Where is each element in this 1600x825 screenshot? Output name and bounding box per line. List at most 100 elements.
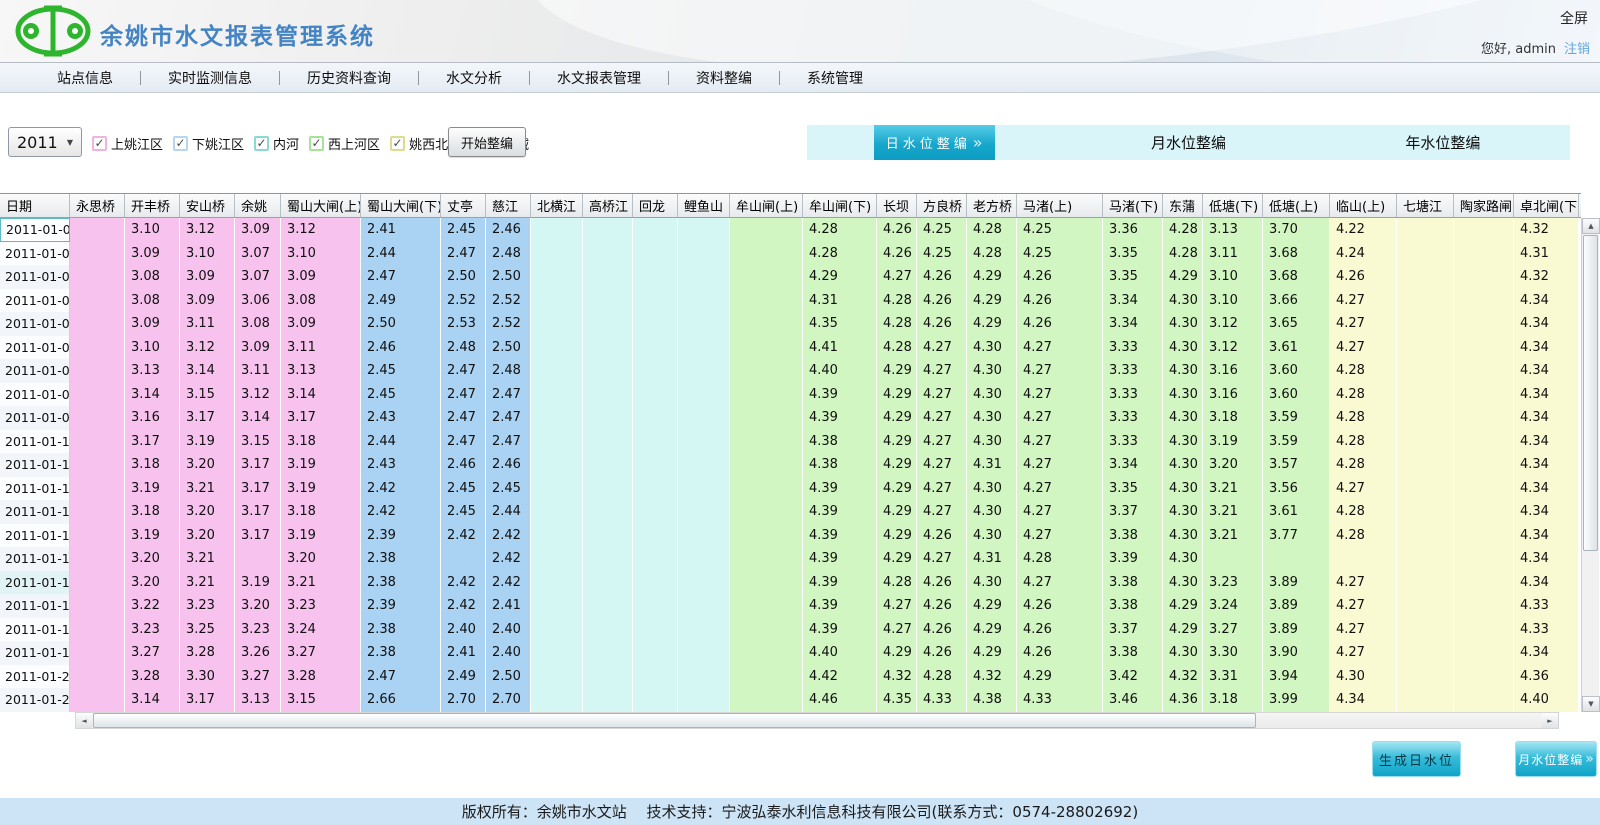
- table-cell[interactable]: 2.40: [441, 618, 486, 642]
- table-cell[interactable]: 4.34: [1514, 453, 1579, 477]
- date-cell[interactable]: 2011-01-21: [0, 688, 70, 712]
- table-cell[interactable]: 4.29: [967, 618, 1017, 642]
- scroll-up-arrow-icon[interactable]: ▲: [1582, 218, 1600, 234]
- table-cell[interactable]: 4.26: [917, 289, 967, 313]
- table-cell[interactable]: 3.21: [1203, 477, 1263, 501]
- table-cell[interactable]: 4.27: [1330, 618, 1397, 642]
- table-cell[interactable]: 3.22: [125, 594, 180, 618]
- table-cell[interactable]: 4.30: [967, 524, 1017, 548]
- table-cell[interactable]: 4.34: [1514, 289, 1579, 313]
- table-cell[interactable]: [531, 359, 583, 383]
- table-cell[interactable]: 4.30: [967, 500, 1017, 524]
- table-cell[interactable]: [678, 312, 730, 336]
- table-cell[interactable]: 4.30: [967, 571, 1017, 595]
- table-cell[interactable]: 3.15: [281, 688, 361, 712]
- table-cell[interactable]: 3.30: [180, 665, 235, 689]
- table-cell[interactable]: [1397, 477, 1454, 501]
- table-cell[interactable]: [1454, 383, 1514, 407]
- table-cell[interactable]: [583, 571, 633, 595]
- table-cell[interactable]: [678, 383, 730, 407]
- table-cell[interactable]: 4.34: [1514, 312, 1579, 336]
- table-cell[interactable]: 4.33: [1514, 618, 1579, 642]
- table-cell[interactable]: 2.52: [486, 289, 531, 313]
- date-cell[interactable]: 2011-01-06: [0, 336, 70, 360]
- table-cell[interactable]: [1454, 265, 1514, 289]
- table-cell[interactable]: [678, 524, 730, 548]
- table-cell[interactable]: 2.48: [486, 359, 531, 383]
- table-cell[interactable]: 3.56: [1263, 477, 1330, 501]
- table-cell[interactable]: [678, 641, 730, 665]
- table-cell[interactable]: 3.07: [235, 242, 281, 266]
- table-cell[interactable]: [678, 242, 730, 266]
- table-cell[interactable]: 4.27: [917, 359, 967, 383]
- table-cell[interactable]: 4.29: [1163, 265, 1203, 289]
- table-cell[interactable]: [70, 430, 125, 454]
- table-cell[interactable]: 3.34: [1103, 453, 1163, 477]
- table-cell[interactable]: 4.26: [917, 571, 967, 595]
- table-cell[interactable]: 3.12: [1203, 336, 1263, 360]
- table-cell[interactable]: 3.21: [180, 547, 235, 571]
- table-cell[interactable]: [678, 430, 730, 454]
- table-cell[interactable]: 4.28: [1163, 218, 1203, 242]
- table-cell[interactable]: 4.29: [877, 477, 917, 501]
- table-cell[interactable]: 3.13: [235, 688, 281, 712]
- table-cell[interactable]: 2.41: [441, 641, 486, 665]
- table-cell[interactable]: 4.26: [877, 242, 917, 266]
- table-cell[interactable]: 3.21: [1203, 524, 1263, 548]
- table-cell[interactable]: 2.39: [361, 524, 441, 548]
- table-cell[interactable]: 2.42: [441, 594, 486, 618]
- monthly-compile-button[interactable]: 月水位整编»: [1515, 741, 1597, 777]
- table-cell[interactable]: 4.27: [1330, 312, 1397, 336]
- table-cell[interactable]: 4.29: [877, 500, 917, 524]
- table-cell[interactable]: 4.32: [967, 665, 1017, 689]
- table-cell[interactable]: [583, 500, 633, 524]
- table-cell[interactable]: 4.30: [1163, 289, 1203, 313]
- table-cell[interactable]: [1397, 571, 1454, 595]
- table-cell[interactable]: 3.08: [125, 289, 180, 313]
- table-cell[interactable]: [531, 547, 583, 571]
- table-cell[interactable]: 3.68: [1263, 265, 1330, 289]
- table-cell[interactable]: 4.39: [803, 594, 877, 618]
- table-cell[interactable]: [730, 406, 803, 430]
- table-cell[interactable]: 4.39: [803, 618, 877, 642]
- table-cell[interactable]: [1397, 383, 1454, 407]
- table-cell[interactable]: 3.11: [281, 336, 361, 360]
- table-cell[interactable]: 4.27: [917, 383, 967, 407]
- table-cell[interactable]: 3.59: [1263, 430, 1330, 454]
- table-cell[interactable]: [70, 289, 125, 313]
- table-cell[interactable]: [70, 524, 125, 548]
- table-cell[interactable]: 4.27: [877, 594, 917, 618]
- table-cell[interactable]: 4.32: [877, 665, 917, 689]
- table-cell[interactable]: 2.47: [441, 359, 486, 383]
- table-cell[interactable]: 3.16: [1203, 383, 1263, 407]
- table-cell[interactable]: [633, 688, 678, 712]
- table-cell[interactable]: 4.28: [1017, 547, 1103, 571]
- table-cell[interactable]: 2.39: [361, 594, 441, 618]
- table-cell[interactable]: 4.27: [1017, 500, 1103, 524]
- table-cell[interactable]: 2.47: [441, 406, 486, 430]
- date-cell[interactable]: 2011-01-15: [0, 547, 70, 571]
- table-cell[interactable]: 2.66: [361, 688, 441, 712]
- table-cell[interactable]: [678, 477, 730, 501]
- table-cell[interactable]: [678, 665, 730, 689]
- table-cell[interactable]: [633, 406, 678, 430]
- table-cell[interactable]: 3.19: [180, 430, 235, 454]
- table-cell[interactable]: 4.29: [967, 594, 1017, 618]
- date-cell[interactable]: 2011-01-11: [0, 453, 70, 477]
- table-cell[interactable]: 4.30: [1163, 524, 1203, 548]
- table-cell[interactable]: 4.30: [1163, 406, 1203, 430]
- table-cell[interactable]: 2.42: [486, 571, 531, 595]
- table-cell[interactable]: 3.35: [1103, 242, 1163, 266]
- table-cell[interactable]: [678, 265, 730, 289]
- table-cell[interactable]: 3.15: [235, 430, 281, 454]
- table-cell[interactable]: 3.23: [180, 594, 235, 618]
- table-cell[interactable]: 4.39: [803, 524, 877, 548]
- table-cell[interactable]: 4.27: [1017, 383, 1103, 407]
- table-cell[interactable]: [633, 336, 678, 360]
- table-cell[interactable]: 2.38: [361, 641, 441, 665]
- table-cell[interactable]: 4.28: [1163, 242, 1203, 266]
- table-cell[interactable]: 2.52: [441, 289, 486, 313]
- table-cell[interactable]: [1454, 571, 1514, 595]
- table-cell[interactable]: 2.42: [486, 524, 531, 548]
- table-cell[interactable]: [633, 524, 678, 548]
